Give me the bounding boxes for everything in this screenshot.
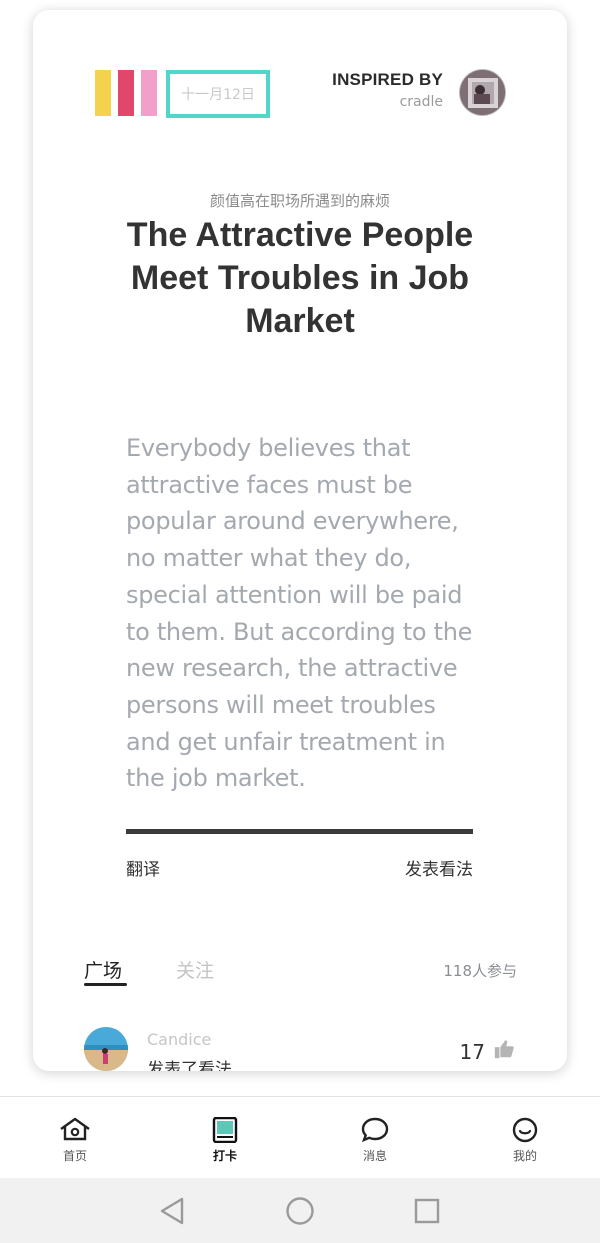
nav-label-messages: 消息 (362, 1149, 387, 1163)
article-card[interactable]: 十一月12日 INSPIRED BY cradle 颜值高在职场所遇到的麻烦 T… (33, 10, 567, 1071)
system-navigation-bar (0, 1178, 600, 1243)
inspired-by[interactable]: INSPIRED BY cradle (332, 70, 443, 110)
commenter-name[interactable]: Candice (147, 1030, 211, 1049)
thumbs-up-icon[interactable] (493, 1038, 515, 1060)
nav-item-me[interactable]: 我的 (490, 1117, 560, 1164)
tab-follow[interactable]: 关注 (176, 956, 214, 983)
participant-count: 118人参与 (443, 962, 517, 980)
home-icon (60, 1117, 90, 1141)
tab-plaza[interactable]: 广场 (84, 956, 122, 983)
author-avatar[interactable] (460, 70, 505, 115)
inspired-by-title: INSPIRED BY (332, 70, 443, 89)
comment-action-text: 发表了看法 (147, 1060, 232, 1071)
article-headline: The Attractive People Meet Troubles in J… (126, 216, 474, 340)
nav-item-checkin[interactable]: 打卡 (190, 1117, 260, 1164)
bottom-navigation: 首页 打卡 消息 我的 (0, 1096, 600, 1179)
checkin-book-icon (212, 1117, 238, 1143)
nav-label-me: 我的 (512, 1149, 537, 1163)
nav-item-home[interactable]: 首页 (40, 1117, 110, 1164)
recents-square-icon[interactable] (413, 1196, 441, 1226)
translate-button[interactable]: 翻译 (126, 855, 160, 880)
commenter-avatar[interactable] (84, 1027, 128, 1071)
color-bar-pink (141, 70, 157, 116)
nav-label-checkin: 打卡 (212, 1149, 237, 1163)
color-bar-yellow (95, 70, 111, 116)
nav-label-home: 首页 (62, 1149, 87, 1163)
back-icon[interactable] (158, 1196, 186, 1226)
inspired-by-name: cradle (399, 94, 443, 110)
active-tab-underline (84, 983, 127, 986)
article-subtitle-cn: 颜值高在职场所遇到的麻烦 (209, 192, 390, 210)
profile-smile-icon (512, 1117, 538, 1143)
article-divider (126, 829, 473, 834)
article-body: Everybody believes that attractive faces… (126, 434, 473, 793)
nav-item-messages[interactable]: 消息 (340, 1117, 410, 1164)
like-count: 17 (459, 1040, 485, 1064)
post-opinion-button[interactable]: 发表看法 (405, 855, 473, 880)
date-label: 十一月12日 (166, 70, 270, 118)
home-circle-icon[interactable] (285, 1196, 315, 1226)
color-bar-red (118, 70, 134, 116)
message-bubble-icon (361, 1117, 389, 1143)
